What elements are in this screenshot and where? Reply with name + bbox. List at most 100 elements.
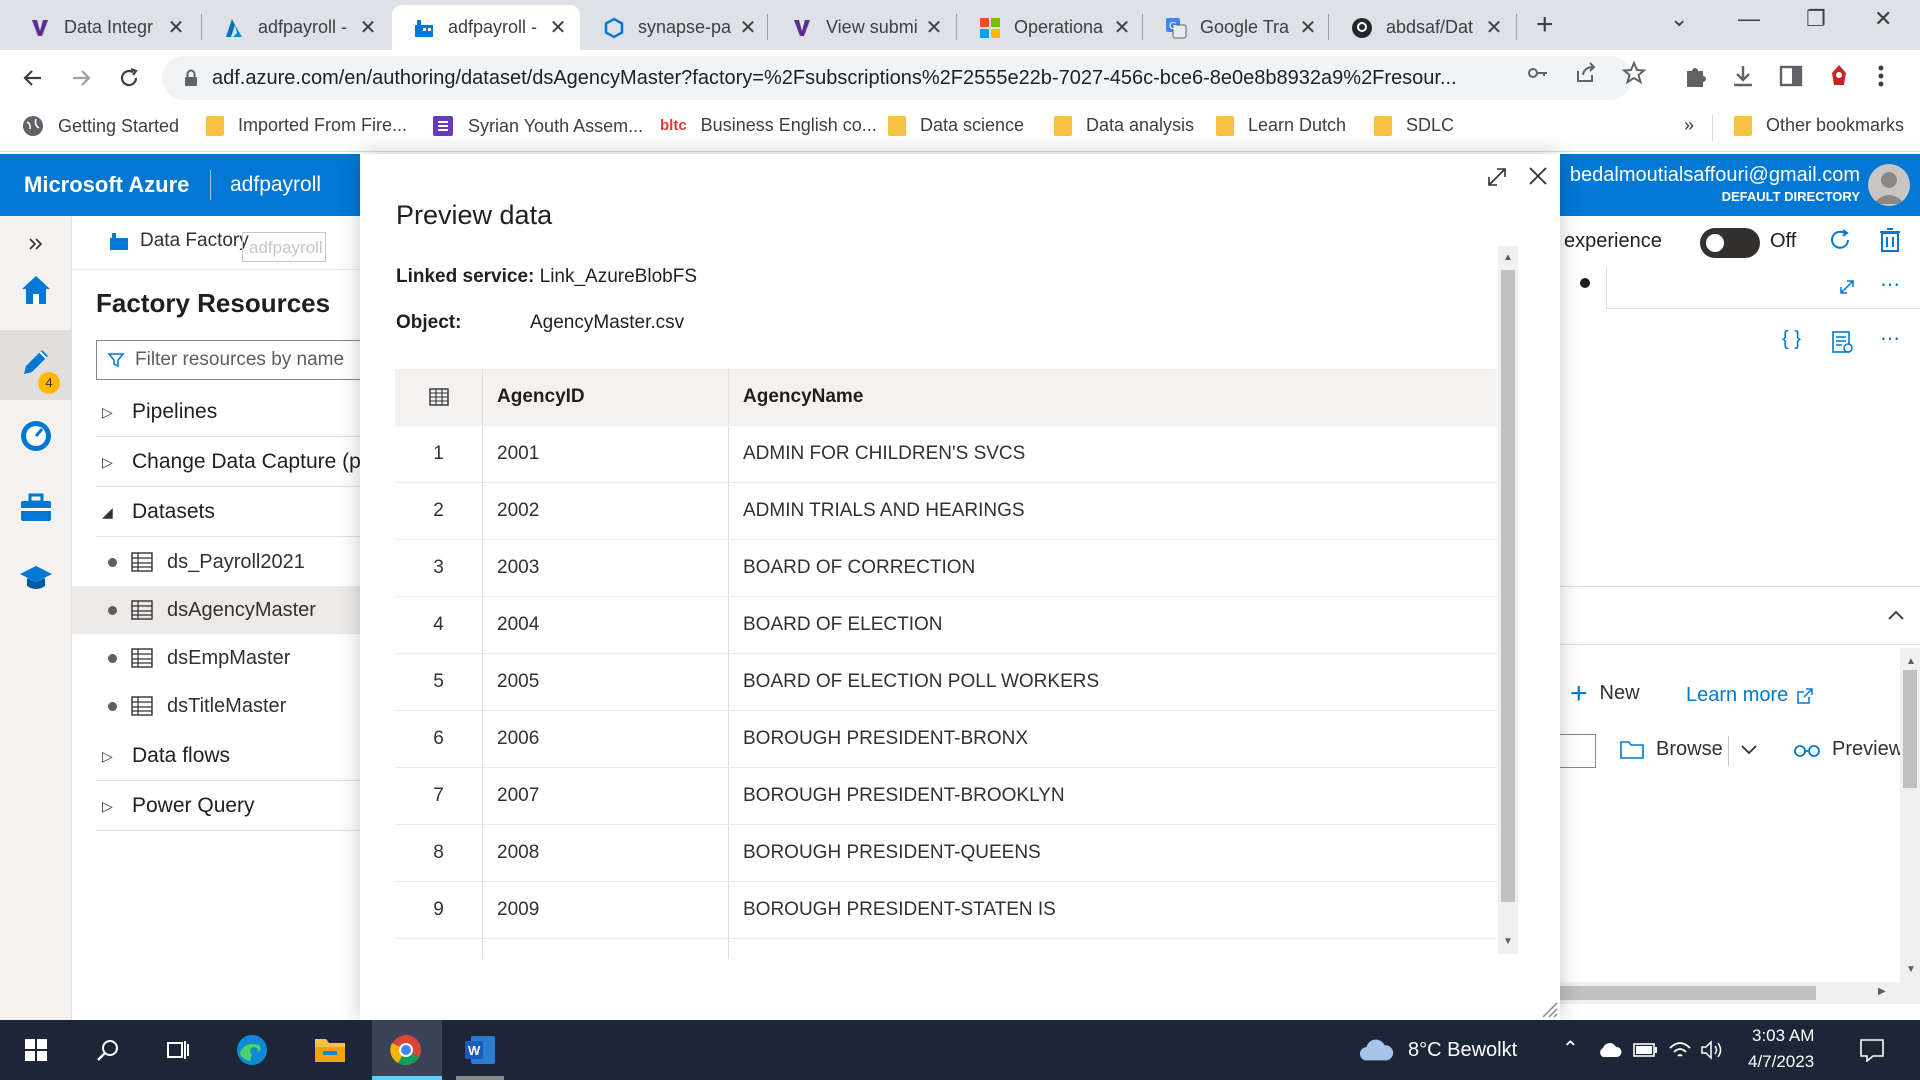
minimize-button[interactable]: — xyxy=(1738,6,1760,32)
bookmark-star-icon[interactable] xyxy=(1622,61,1646,85)
volume-icon[interactable] xyxy=(1694,1032,1730,1068)
learn-more-link[interactable]: Learn more xyxy=(1686,684,1814,707)
data-factory-selector[interactable]: Data Factory xyxy=(108,230,249,252)
bookmark-getting-started[interactable]: Getting Started xyxy=(22,115,179,137)
properties-icon[interactable] xyxy=(1830,330,1854,354)
system-tray-chevron-up-icon[interactable]: ⌃ xyxy=(1562,1036,1579,1061)
close-tab-icon[interactable]: ✕ xyxy=(548,15,568,40)
browser-tab-view-submission[interactable]: View submi ✕ xyxy=(770,5,956,50)
collapse-chevron-up-icon[interactable] xyxy=(1886,608,1906,622)
close-window-button[interactable]: ✕ xyxy=(1874,6,1892,32)
manage-toolbox-icon[interactable] xyxy=(16,488,56,528)
expand-editor-icon[interactable] xyxy=(1838,278,1856,296)
weather-text[interactable]: 8°C Bewolkt xyxy=(1408,1039,1517,1062)
close-tab-icon[interactable]: ✕ xyxy=(738,15,758,40)
filter-resources-input[interactable]: Filter resources by name xyxy=(96,340,376,380)
new-tab-button[interactable]: + xyxy=(1536,8,1554,42)
bookmark-sdlc[interactable]: SDLC xyxy=(1374,115,1454,136)
browser-menu-icon[interactable] xyxy=(1876,63,1886,89)
scroll-down-arrow-icon[interactable]: ▼ xyxy=(1503,936,1513,947)
dataset-item-selected[interactable]: dsAgencyMaster xyxy=(72,586,362,634)
home-icon[interactable] xyxy=(16,270,56,310)
word-icon[interactable]: W xyxy=(462,1032,498,1068)
address-bar[interactable]: adf.azure.com/en/authoring/dataset/dsAge… xyxy=(162,56,1632,100)
dataset-item[interactable]: dsTitleMaster xyxy=(72,682,362,730)
scrollbar-thumb[interactable] xyxy=(1501,270,1515,902)
column-header-agencyname[interactable]: AgencyName xyxy=(729,369,1497,425)
bookmark-other-bookmarks[interactable]: Other bookmarks xyxy=(1734,115,1904,136)
learning-cap-icon[interactable] xyxy=(16,558,56,598)
extensions-puzzle-icon[interactable] xyxy=(1683,63,1709,89)
scroll-up-arrow-icon[interactable]: ▲ xyxy=(1906,656,1916,667)
file-path-input[interactable] xyxy=(1560,734,1596,768)
new-linked-service-button[interactable]: + New xyxy=(1570,678,1640,708)
download-icon[interactable] xyxy=(1730,63,1756,89)
discard-icon[interactable] xyxy=(1878,226,1902,254)
browser-tab-operational[interactable]: Operationa ✕ xyxy=(958,5,1144,50)
tree-data-flows[interactable]: ▷ Data flows xyxy=(96,732,396,780)
bookmarks-overflow-button[interactable]: » xyxy=(1684,115,1694,136)
bookmark-business-english[interactable]: bltc Business English co... xyxy=(660,115,877,136)
file-explorer-icon[interactable] xyxy=(312,1032,348,1068)
scroll-up-arrow-icon[interactable]: ▲ xyxy=(1503,252,1513,263)
close-tab-icon[interactable]: ✕ xyxy=(358,15,378,40)
close-tab-icon[interactable]: ✕ xyxy=(924,15,944,40)
clock-time[interactable]: 3:03 AM xyxy=(1752,1026,1814,1046)
refresh-icon[interactable] xyxy=(1826,226,1854,254)
right-horizontal-scrollbar[interactable]: ▶ xyxy=(1560,982,1920,1004)
clock-date[interactable]: 4/7/2023 xyxy=(1748,1052,1814,1072)
azure-brand[interactable]: Microsoft Azure xyxy=(24,172,189,198)
browser-tab-data-integration[interactable]: Data Integr ✕ xyxy=(8,5,198,50)
grid-vertical-scrollbar[interactable]: ▲ ▼ xyxy=(1498,246,1518,954)
task-view-icon[interactable] xyxy=(160,1032,196,1068)
code-braces-icon[interactable]: { } xyxy=(1782,328,1801,351)
scroll-right-arrow-icon[interactable]: ▶ xyxy=(1878,986,1886,997)
onedrive-icon[interactable] xyxy=(1592,1032,1628,1068)
reload-button[interactable] xyxy=(114,63,144,93)
maximize-modal-icon[interactable] xyxy=(1486,166,1508,188)
windows-start-icon[interactable] xyxy=(18,1032,54,1068)
tree-power-query[interactable]: ▷ Power Query xyxy=(96,782,396,830)
resize-grip-icon[interactable] xyxy=(1538,998,1558,1018)
expand-nav-icon[interactable] xyxy=(16,224,56,264)
password-key-icon[interactable] xyxy=(1526,61,1550,85)
right-vertical-scrollbar[interactable]: ▲ ▼ xyxy=(1900,648,1920,982)
forward-button[interactable] xyxy=(66,63,96,93)
close-modal-icon[interactable] xyxy=(1526,164,1550,188)
more-options-icon[interactable]: ⋯ xyxy=(1880,272,1900,297)
tree-change-data-capture[interactable]: ▷ Change Data Capture (p xyxy=(96,438,396,486)
scrollbar-thumb[interactable] xyxy=(1560,986,1816,1000)
factory-name[interactable]: adfpayroll xyxy=(230,173,321,197)
bookmark-data-analysis[interactable]: Data analysis xyxy=(1054,115,1194,136)
edge-browser-icon[interactable] xyxy=(234,1032,270,1068)
bookmark-learn-dutch[interactable]: Learn Dutch xyxy=(1216,115,1346,136)
browser-tab-github[interactable]: abdsaf/Dat ✕ xyxy=(1330,5,1516,50)
user-account[interactable]: bedalmoutialsaffouri@gmail.com DEFAULT D… xyxy=(1570,164,1860,204)
scrollbar-thumb[interactable] xyxy=(1903,670,1917,788)
close-tab-icon[interactable]: ✕ xyxy=(1112,15,1132,40)
user-avatar[interactable] xyxy=(1868,164,1910,206)
close-tab-icon[interactable]: ✕ xyxy=(1484,15,1504,40)
restore-button[interactable]: ❐ xyxy=(1806,6,1826,32)
close-tab-icon[interactable]: ✕ xyxy=(1298,15,1318,40)
share-icon[interactable] xyxy=(1574,61,1598,85)
weather-cloud-icon[interactable] xyxy=(1358,1032,1394,1068)
preview-data-button[interactable]: Preview xyxy=(1794,738,1903,761)
tree-datasets[interactable]: ◢ Datasets xyxy=(96,488,396,536)
browse-button[interactable]: Browse xyxy=(1620,738,1723,761)
bookmark-syrian-youth[interactable]: Syrian Youth Assem... xyxy=(432,115,643,137)
notifications-icon[interactable] xyxy=(1854,1032,1890,1068)
back-button[interactable] xyxy=(18,63,48,93)
search-icon[interactable] xyxy=(90,1032,126,1068)
column-header-agencyid[interactable]: AgencyID xyxy=(483,369,729,425)
experience-toggle[interactable] xyxy=(1700,228,1760,258)
dataset-item[interactable]: dsEmpMaster xyxy=(72,634,362,682)
more-options-icon[interactable]: ⋯ xyxy=(1880,326,1900,351)
wifi-icon[interactable] xyxy=(1662,1032,1698,1068)
dataset-item[interactable]: ds_Payroll2021 xyxy=(72,538,362,586)
tab-search-icon[interactable]: ⌄ xyxy=(1670,6,1688,32)
close-tab-icon[interactable]: ✕ xyxy=(166,15,186,40)
bookmark-imported-from-firefox[interactable]: Imported From Fire... xyxy=(206,115,407,136)
side-panel-icon[interactable] xyxy=(1778,63,1804,89)
chrome-icon[interactable] xyxy=(388,1032,424,1068)
